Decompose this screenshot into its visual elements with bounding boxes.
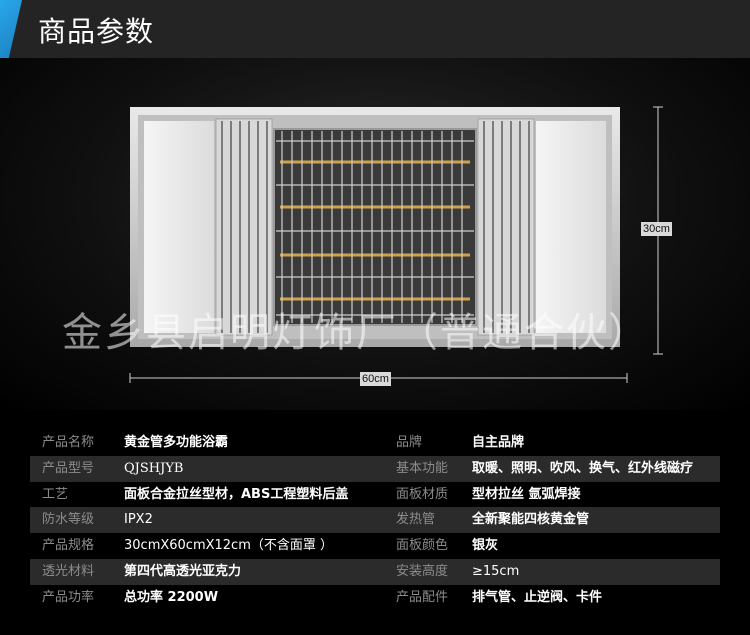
spec-label: 产品名称 [42, 435, 95, 450]
spec-label: 产品功率 [42, 589, 95, 605]
spec-table: 产品名称 黄金管多功能浴霸 品牌 自主品牌 产品型号 QJSHJYB 基本功能 … [30, 430, 720, 611]
watermark-text: 金乡县启明灯饰厂（普通合伙） [62, 310, 650, 356]
width-dimension-label: 60cm [360, 372, 391, 386]
spec-row: 透光材料 第四代高透光亚克力 安装高度 ≥15cm [30, 558, 720, 585]
spec-row: 产品名称 黄金管多功能浴霸 品牌 自主品牌 [30, 430, 720, 456]
spec-label: 发热管 [396, 512, 436, 528]
spec-value: 自主品牌 [472, 435, 525, 450]
spec-label: 工艺 [42, 486, 69, 502]
spec-value: 银灰 [472, 538, 499, 554]
spec-label: 面板材质 [396, 486, 449, 502]
spec-row: 产品规格 30cmX60cmX12cm（不含面罩 ） 面板颜色 银灰 [30, 533, 720, 559]
spec-row: 防水等级 IPX2 发热管 全新聚能四核黄金管 [30, 507, 720, 534]
spec-value: 第四代高透光亚克力 [124, 563, 242, 579]
spec-row: 工艺 面板合金拉丝型材，ABS工程塑料后盖 面板材质 型材拉丝 氩弧焊接 [30, 482, 720, 508]
spec-label: 面板颜色 [396, 538, 449, 554]
spec-label: 防水等级 [42, 512, 95, 528]
spec-value: 型材拉丝 氩弧焊接 [472, 486, 581, 502]
height-dimension-label: 30cm [641, 222, 672, 236]
spec-label: 品牌 [396, 435, 423, 450]
spec-value: 全新聚能四核黄金管 [472, 512, 590, 528]
spec-label: 产品型号 [42, 460, 95, 476]
spec-value: 排气管、止逆阀、卡件 [472, 589, 603, 605]
spec-label: 透光材料 [42, 563, 95, 579]
spec-value: ≥15cm [472, 563, 520, 579]
spec-value: 黄金管多功能浴霸 [124, 435, 229, 450]
spec-value: 取暖、照明、吹风、换气、红外线磁疗 [472, 460, 694, 476]
spec-value: 面板合金拉丝型材，ABS工程塑料后盖 [124, 486, 349, 502]
spec-row: 产品功率 总功率 2200W 产品配件 排气管、止逆阀、卡件 [30, 585, 720, 611]
spec-value: QJSHJYB [124, 460, 184, 476]
spec-value: IPX2 [124, 512, 153, 528]
spec-value: 总功率 2200W [124, 589, 219, 605]
spec-label: 产品配件 [396, 589, 449, 605]
spec-row: 产品型号 QJSHJYB 基本功能 取暖、照明、吹风、换气、红外线磁疗 [30, 455, 720, 482]
spec-value: 30cmX60cmX12cm（不含面罩 ） [124, 538, 334, 554]
spec-label: 基本功能 [396, 460, 449, 476]
spec-label: 安装高度 [396, 563, 449, 579]
spec-label: 产品规格 [42, 538, 95, 554]
